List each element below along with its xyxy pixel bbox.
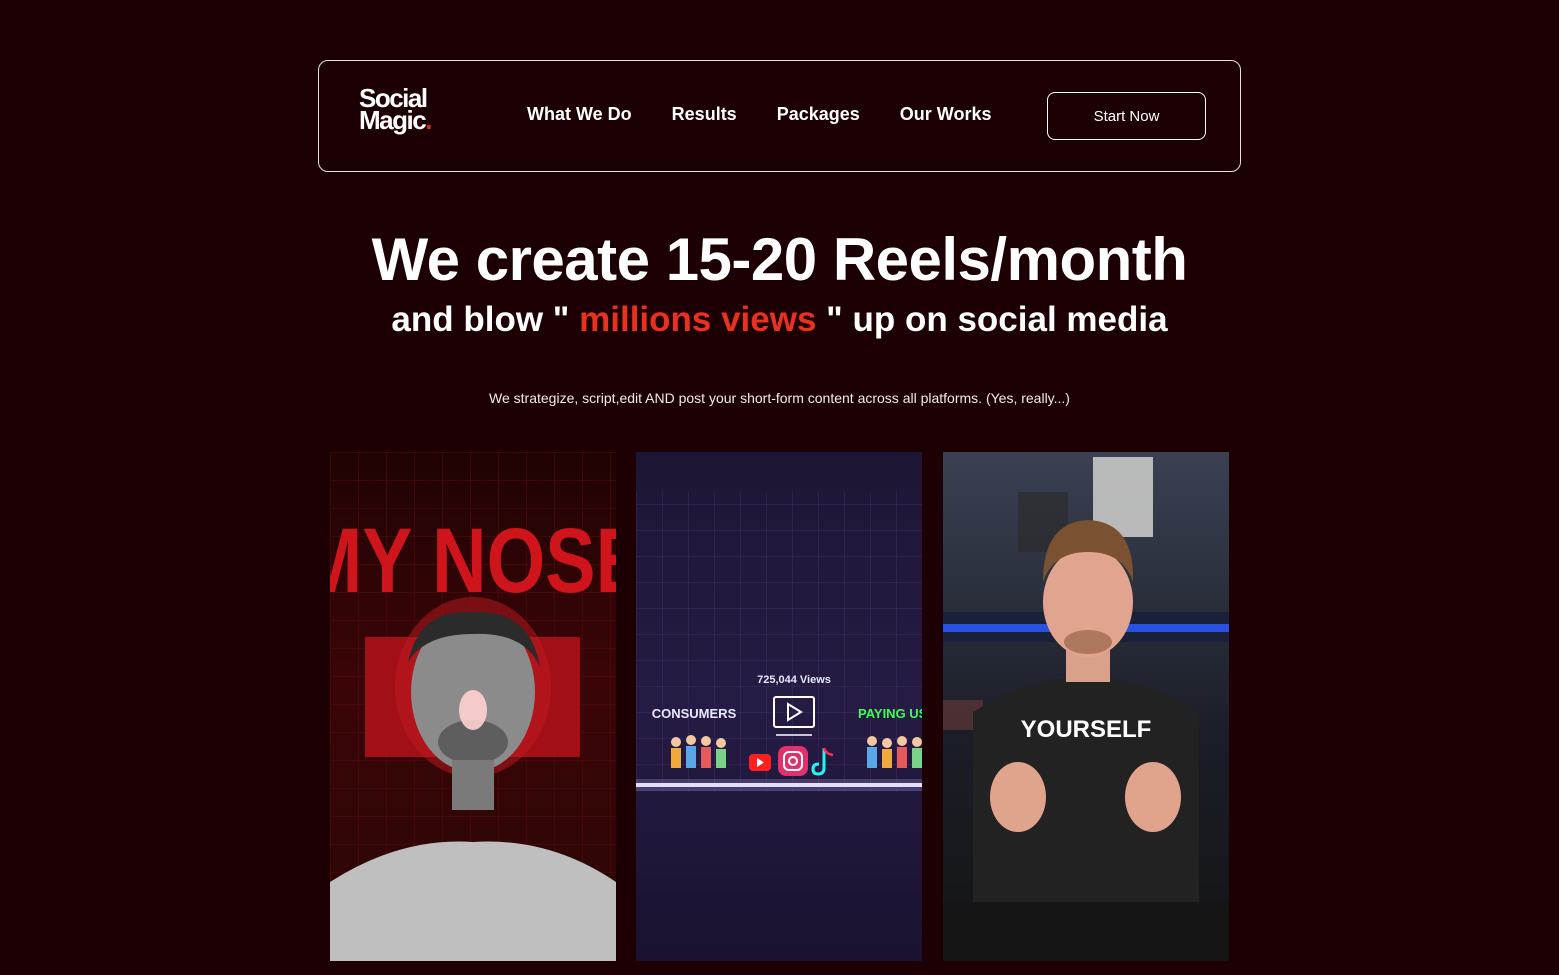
nav-link-what-we-do[interactable]: What We Do [527, 104, 632, 125]
video-thumbnail-1: MY NOSE [330, 452, 616, 961]
nav-links: What We Do Results Packages Our Works [527, 104, 991, 125]
video-thumbnail-3: YOURSELF [943, 457, 1229, 961]
nav-link-our-works[interactable]: Our Works [900, 104, 992, 125]
social-magic-logo[interactable]: Social Magic. [359, 85, 449, 139]
video-card-2[interactable]: 725,044 Views CONSUMERS PAYING US [636, 452, 922, 961]
start-now-button[interactable]: Start Now [1047, 92, 1206, 140]
video-2-label-left: CONSUMERS [652, 706, 737, 721]
video-card-1[interactable]: MY NOSE [330, 452, 616, 961]
youtube-icon [749, 754, 771, 771]
video-2-views-text: 725,044 Views [757, 674, 831, 686]
logo-dot: . [425, 105, 432, 135]
video-card-3[interactable]: YOURSELF [943, 452, 1229, 961]
video-2-label-right: PAYING US [858, 706, 922, 721]
navbar: Social Magic. What We Do Results Package… [318, 60, 1241, 172]
video-1-overlay-text: MY NOSE [330, 509, 616, 612]
hero-subtitle: and blow " millions views " up on social… [0, 298, 1559, 342]
nav-link-packages[interactable]: Packages [777, 104, 860, 125]
hero-description: We strategize, script,edit AND post your… [489, 390, 1070, 406]
hero-subtitle-accent: millions views [579, 300, 817, 339]
hero-subtitle-end: " up on social media [816, 300, 1168, 339]
nav-link-results[interactable]: Results [672, 104, 737, 125]
hero-subtitle-start: and blow " [391, 300, 580, 339]
logo-line-2: Magic [359, 105, 427, 135]
video-thumbnail-2: 725,044 Views CONSUMERS PAYING US [636, 492, 922, 792]
hero-title: We create 15-20 Reels/month [371, 226, 1188, 293]
instagram-icon [778, 746, 808, 776]
video-3-caption: YOURSELF [1021, 716, 1152, 743]
